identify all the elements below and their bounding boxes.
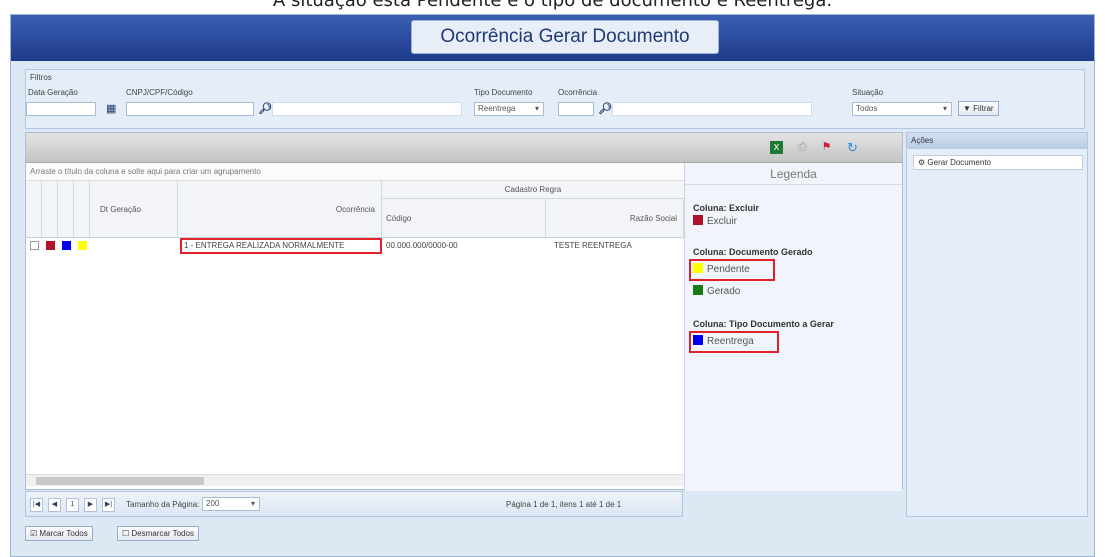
dt-geracao-column-header[interactable]: Dt Geração — [90, 181, 178, 238]
excel-icon[interactable]: x — [770, 141, 783, 154]
situacao-label: Situação — [852, 88, 884, 97]
actions-panel: Ações ⚙ Gerar Documento — [906, 132, 1088, 517]
pendente-indicator — [78, 241, 87, 250]
refresh-icon[interactable]: ↻ — [846, 141, 859, 154]
data-geracao-label: Data Geração — [28, 88, 78, 97]
next-page-icon[interactable]: ▶ — [84, 498, 97, 512]
prev-page-icon[interactable]: ◀ — [48, 498, 61, 512]
data-geracao-input[interactable] — [26, 102, 96, 116]
first-page-icon[interactable]: |◀ — [30, 498, 43, 512]
caption-text: A situação está Pendente e o tipo de doc… — [272, 0, 833, 11]
checkbox-column-header[interactable] — [26, 181, 42, 238]
filtrar-button[interactable]: ▼ Filtrar — [958, 101, 999, 116]
marcar-todos-label: Marcar Todos — [39, 529, 88, 538]
horizontal-scrollbar[interactable] — [26, 474, 684, 486]
gerado-swatch — [693, 285, 703, 295]
legend-panel: Legenda Coluna: Excluir Excluir Coluna: … — [684, 163, 902, 491]
razao-social-column-header[interactable]: Razão Social — [546, 199, 684, 238]
ocorrencia-description-field — [612, 102, 812, 116]
legend-excluir-label: Excluir — [707, 216, 738, 227]
page-size-select[interactable]: 200 ▾ — [202, 497, 260, 511]
chevron-down-icon: ▾ — [534, 104, 539, 113]
group-drop-area[interactable]: Arraste o título da coluna e solte aqui … — [26, 163, 684, 181]
trash-icon — [693, 215, 703, 225]
highlight-ocorrencia — [180, 238, 382, 254]
situacao-select[interactable]: Todos ▾ — [852, 102, 952, 116]
row-dt-geracao — [96, 238, 176, 254]
codigo-column-header[interactable]: Código — [382, 199, 546, 238]
reentrega-indicator — [62, 241, 71, 250]
row-codigo: 00.000.000/0000-00 — [386, 241, 458, 250]
filters-section-label: Filtros — [30, 73, 52, 82]
row-checkbox[interactable] — [30, 241, 39, 250]
results-grid: x ⎙ ⚑ ↻ Arraste o título da coluna e sol… — [25, 132, 903, 491]
legend-item-excluir: Excluir — [693, 215, 737, 229]
title-banner: Ocorrência Gerar Documento — [11, 15, 1094, 61]
legend-gerado-label: Gerado — [707, 286, 741, 297]
highlight-pendente — [689, 259, 775, 281]
flag-icon[interactable]: ⚑ — [820, 141, 833, 154]
gerar-documento-button[interactable]: ⚙ Gerar Documento — [913, 155, 1083, 170]
page-size-label: Tamanho da Página: — [126, 500, 200, 509]
cnpj-input[interactable] — [126, 102, 254, 116]
tipo-documento-value: Reentrega — [478, 104, 516, 113]
checkbox-checked-icon: ☑ — [30, 529, 38, 538]
cadastro-regra-group-header: Cadastro Regra — [382, 181, 684, 199]
legend-section-tipo: Coluna: Tipo Documento a Gerar — [693, 319, 834, 329]
page-title: Ocorrência Gerar Documento — [411, 20, 719, 54]
situacao-value: Todos — [856, 104, 878, 113]
chevron-down-icon: ▾ — [250, 499, 255, 508]
filtrar-label: Filtrar — [973, 104, 994, 113]
last-page-icon[interactable]: ▶| — [102, 498, 115, 512]
checkbox-empty-icon: ☐ — [122, 529, 130, 538]
marcar-todos-button[interactable]: ☑ Marcar Todos — [25, 526, 93, 541]
filters-panel: Filtros Data Geração ▦ CNPJ/CPF/Código 🔎… — [25, 69, 1085, 129]
legend-section-excluir: Coluna: Excluir — [693, 203, 760, 213]
desmarcar-todos-label: Desmarcar Todos — [131, 529, 194, 538]
legend-item-gerado: Gerado — [693, 285, 740, 299]
cnpj-label: CNPJ/CPF/Código — [126, 88, 193, 97]
pager: |◀ ◀ 1 ▶ ▶| Tamanho da Página: 200 ▾ Pág… — [25, 491, 683, 517]
tipo-column-header[interactable] — [74, 181, 90, 238]
chevron-down-icon: ▾ — [942, 104, 947, 113]
tipo-documento-select[interactable]: Reentrega ▾ — [474, 102, 544, 116]
ocorrencia-input[interactable] — [558, 102, 594, 116]
page-number-input[interactable]: 1 — [66, 498, 79, 512]
search-icon[interactable]: 🔎︎ — [258, 102, 272, 116]
print-icon[interactable]: ⎙ — [796, 141, 809, 154]
legend-title: Legenda — [685, 163, 902, 185]
page-size-value: 200 — [206, 499, 220, 508]
caption-strip: A situação está Pendente e o tipo de doc… — [0, 0, 1105, 14]
row-razao-social: TESTE REENTREGA — [554, 241, 632, 250]
trash-icon[interactable] — [46, 241, 55, 250]
legend-section-documento: Coluna: Documento Gerado — [693, 247, 813, 257]
app-window: Ocorrência Gerar Documento Filtros Data … — [10, 14, 1095, 557]
highlight-reentrega — [689, 331, 779, 353]
search-icon[interactable]: 🔎︎ — [598, 102, 612, 116]
ocorrencia-column-header[interactable]: Ocorrência — [178, 181, 382, 238]
grid-toolbar: x ⎙ ⚑ ↻ — [26, 133, 902, 163]
gerar-documento-label: Gerar Documento — [927, 158, 991, 167]
filter-icon: ▼ — [963, 104, 971, 113]
calendar-icon[interactable]: ▦ — [106, 102, 116, 116]
ocorrencia-label: Ocorrência — [558, 88, 598, 97]
cnpj-description-field — [272, 102, 462, 116]
actions-header: Ações — [907, 133, 1087, 149]
excluir-column-header[interactable] — [42, 181, 58, 238]
desmarcar-todos-button[interactable]: ☐ Desmarcar Todos — [117, 526, 199, 541]
gears-icon: ⚙ — [918, 158, 926, 167]
tipo-documento-label: Tipo Documento — [474, 88, 533, 97]
pager-summary: Página 1 de 1, itens 1 até 1 de 1 — [506, 500, 622, 509]
scrollbar-thumb[interactable] — [36, 477, 204, 485]
documento-column-header[interactable] — [58, 181, 74, 238]
